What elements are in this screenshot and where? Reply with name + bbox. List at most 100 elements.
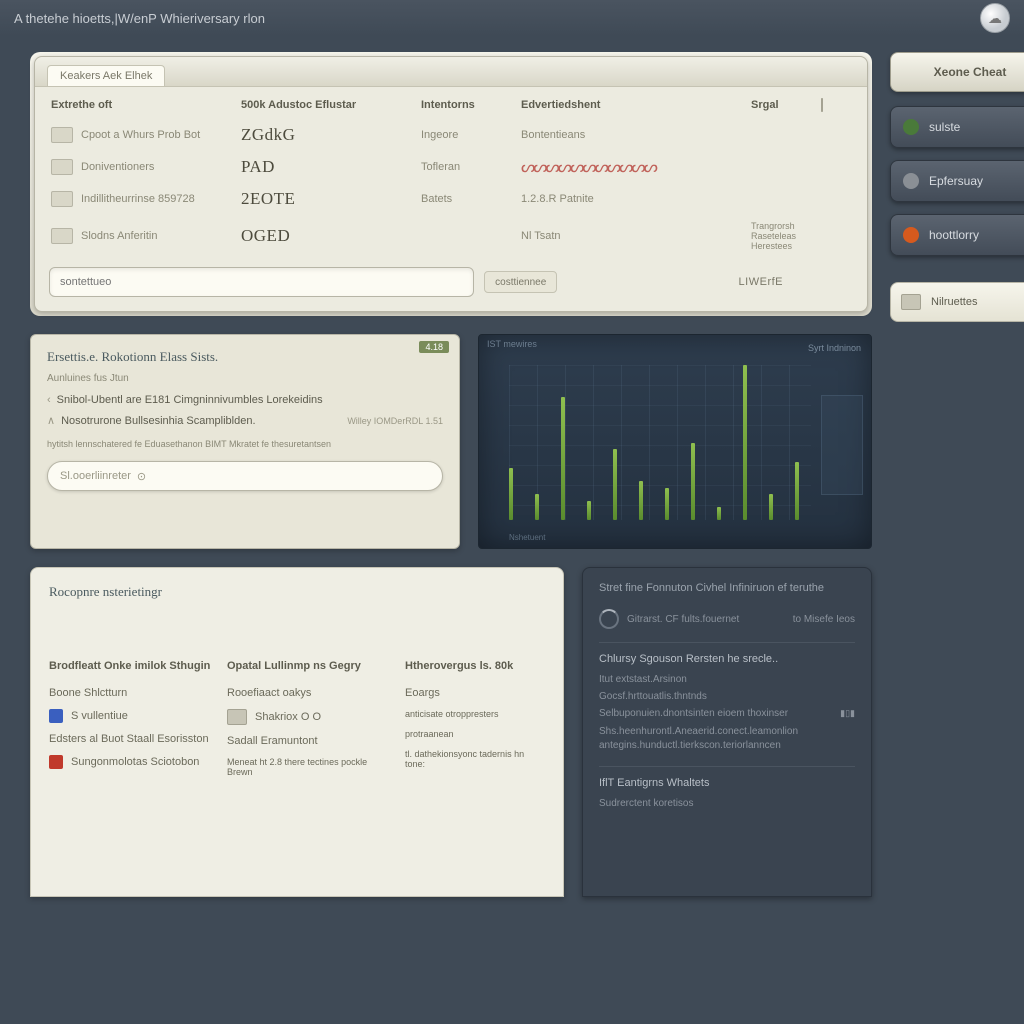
cube-blue-icon bbox=[49, 709, 63, 723]
lr-sub2: IflT Eantigrns Whaltets bbox=[599, 777, 855, 789]
tasks-search[interactable]: Sl.ooerliinreter⊙ bbox=[47, 461, 443, 491]
col-6 bbox=[821, 99, 851, 111]
chevron-icon: ‹ bbox=[47, 394, 51, 406]
col-3: Intentorns bbox=[421, 99, 521, 111]
chart-bar bbox=[509, 468, 513, 520]
chart-legend bbox=[821, 395, 863, 495]
table-row[interactable]: DoniventionersPADTofleranᔕᔕᔕᔕᔕᔕᔕᔕᔕᔕᔕ bbox=[35, 151, 867, 183]
lr-foot: Sudrerctent koretisos bbox=[599, 795, 855, 812]
main-input[interactable] bbox=[49, 267, 474, 297]
ll-col-2: Opatal Lullinmp ns Gegry Rooefiaact oaky… bbox=[227, 660, 395, 782]
chevron-icon: ∧ bbox=[47, 414, 55, 427]
header-icon[interactable] bbox=[821, 98, 823, 112]
chart-right-label: Syrt Indninon bbox=[808, 343, 861, 353]
task-item[interactable]: ∧Nosotrurone Bullsesinhia Scampliblden.W… bbox=[47, 410, 443, 431]
row-icon bbox=[51, 127, 73, 143]
list-item: anticisate otroppresters bbox=[405, 704, 545, 724]
list-item[interactable]: Shakriox O O bbox=[227, 704, 395, 730]
ll-col1-sub: Boone Shlctturn bbox=[49, 682, 217, 704]
lr-item: Gocsf.hrttouatlis.thntnds bbox=[599, 688, 855, 705]
lr-item: Shs.heenhurontl.Aneaerid.conect.leamonli… bbox=[599, 722, 855, 756]
table-row[interactable]: Cpoot a Whurs Prob BotZGdkGIngeoreBonten… bbox=[35, 119, 867, 151]
ll-col-3: Htherovergus ls. 80k Eoargs anticisate o… bbox=[405, 660, 545, 782]
lower-left-title: Rocopnre nsterietingr bbox=[49, 584, 545, 600]
table-row[interactable]: Slodns AnferitinOGEDNl TsatnTrangrorsh R… bbox=[35, 215, 867, 257]
task-item[interactable]: ‹Snibol-Ubentl are E181 Cimgninnivumbles… bbox=[47, 390, 443, 410]
top-panel: Keakers Aek Elhek Extrethe oft 500k Adus… bbox=[30, 52, 872, 316]
tasks-footer: hytitsh lennschatered fe Eduasethanon BI… bbox=[47, 439, 443, 449]
list-item[interactable]: Sungonmolotas Sciotobon bbox=[49, 750, 217, 774]
chart-xlabel: Nshetuent bbox=[509, 533, 545, 542]
chart-panel: IST mewires Syrt Indninon Nshetuent bbox=[478, 334, 872, 549]
chart-bar bbox=[535, 494, 539, 520]
status-dot-icon bbox=[903, 227, 919, 243]
bars-icon: ▮▯▮ bbox=[840, 708, 855, 719]
bottom-input-row: costtiennee LIWErfE bbox=[49, 267, 853, 297]
chart-bar bbox=[691, 443, 695, 521]
tasks-title: Ersettis.e. Rokotionn Elass Sists. bbox=[47, 349, 443, 365]
lr-status: Gitrarst. CF fults.fouernet to Misefe Ie… bbox=[599, 606, 855, 632]
list-item: Meneat ht 2.8 there tectines pockle Brew… bbox=[227, 752, 395, 782]
sidebar-pill[interactable]: Xeone Cheat bbox=[890, 52, 1024, 92]
tab-main[interactable]: Keakers Aek Elhek bbox=[47, 65, 165, 86]
titlebar: A thetehe hioetts,|W/enP Whieriversary r… bbox=[0, 0, 1024, 36]
sidebar-button[interactable]: hoottlorry bbox=[890, 214, 1024, 256]
search-icon: ⊙ bbox=[137, 470, 146, 483]
ll-col-1: Brodfleatt Onke imilok Sthugin Boone Shl… bbox=[49, 660, 217, 782]
list-item: tl. dathekionsyonc tadernis hn tone: bbox=[405, 744, 545, 774]
divider bbox=[599, 642, 855, 643]
divider bbox=[599, 766, 855, 767]
col-2: 500k Adustoc Eflustar bbox=[241, 99, 421, 111]
chart-bar bbox=[769, 494, 773, 520]
col-1: Extrethe oft bbox=[51, 99, 241, 111]
ll-col2-sub: Rooefiaact oakys bbox=[227, 682, 395, 704]
ll-col2-hdr: Opatal Lullinmp ns Gegry bbox=[227, 660, 395, 672]
list-item[interactable]: S vullentiue bbox=[49, 704, 217, 728]
sidebar-button[interactable]: sulste bbox=[890, 106, 1024, 148]
list-item: Sadall Eramuntont bbox=[227, 730, 395, 752]
chart-bar bbox=[717, 507, 721, 520]
tasks-sub: Aunluines fus Jtun bbox=[47, 373, 443, 384]
lr-title: Stret fine Fonnuton Civhel Infiniruon ef… bbox=[599, 582, 855, 594]
col-5: Srgal bbox=[751, 99, 821, 111]
list-item: Edsters al Buot Staall Esorisston bbox=[49, 728, 217, 750]
chart-bar bbox=[795, 462, 799, 520]
row-icon bbox=[51, 159, 73, 175]
box-icon bbox=[227, 709, 247, 725]
chart-bar bbox=[639, 481, 643, 520]
tabbar: Keakers Aek Elhek bbox=[35, 57, 867, 87]
lr-item: Itut extstast.Arsinon bbox=[599, 671, 855, 688]
status-dot-icon bbox=[903, 173, 919, 189]
chart-bar bbox=[665, 488, 669, 520]
row-icon bbox=[51, 191, 73, 207]
confirm-button[interactable]: costtiennee bbox=[484, 271, 557, 293]
ll-col1-hdr: Brodfleatt Onke imilok Sthugin bbox=[49, 660, 217, 672]
table-row[interactable]: Indillitheurrinse 8597282EOTEBatets1.2.8… bbox=[35, 183, 867, 215]
footer-label: LIWErfE bbox=[739, 276, 783, 288]
cube-red-icon bbox=[49, 755, 63, 769]
ll-col3-sub: Eoargs bbox=[405, 682, 545, 704]
sidebar-button[interactable]: Epfersuay bbox=[890, 160, 1024, 202]
doc-icon bbox=[901, 294, 921, 310]
tasks-panel: 4.18 Ersettis.e. Rokotionn Elass Sists. … bbox=[30, 334, 460, 549]
chart-bar bbox=[743, 365, 747, 520]
lr-sub1: Chlursy Sgouson Rersten he srecle.. bbox=[599, 653, 855, 665]
chart-bar bbox=[613, 449, 617, 520]
chart-bars bbox=[509, 365, 811, 520]
user-avatar-icon[interactable]: ☁ bbox=[980, 3, 1010, 33]
lower-right-panel: Stret fine Fonnuton Civhel Infiniruon ef… bbox=[582, 567, 872, 897]
chart-bar bbox=[587, 501, 591, 520]
spinner-icon bbox=[599, 609, 619, 629]
sidebar-light-button[interactable]: Nilruettes bbox=[890, 282, 1024, 322]
tasks-badge: 4.18 bbox=[419, 341, 449, 353]
row-icon bbox=[51, 228, 73, 244]
ll-col3-hdr: Htherovergus ls. 80k bbox=[405, 660, 545, 672]
chart-bar bbox=[561, 397, 565, 520]
app-title: A thetehe hioetts,|W/enP Whieriversary r… bbox=[14, 11, 265, 26]
col-4: Edvertiedshent bbox=[521, 99, 751, 111]
status-dot-icon bbox=[903, 119, 919, 135]
lr-item: Selbuponuien.dnontsinten eioem thoxinser… bbox=[599, 705, 855, 722]
table-header: Extrethe oft 500k Adustoc Eflustar Inten… bbox=[35, 87, 867, 119]
sidebar: Xeone Cheat sulste Epfersuay hoottlorry Ni… bbox=[890, 52, 1024, 897]
list-item: protraanean bbox=[405, 724, 545, 744]
